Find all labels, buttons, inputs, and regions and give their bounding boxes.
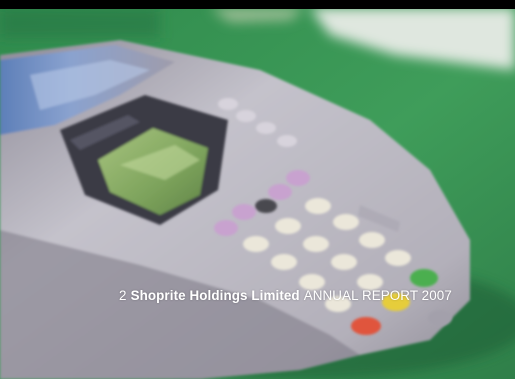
- top-border: [0, 0, 515, 9]
- page-caption: 2 Shoprite Holdings Limited ANNUAL REPORT …: [119, 286, 452, 306]
- page-number: 2: [119, 288, 127, 303]
- company-name: Shoprite Holdings Limited: [130, 288, 300, 303]
- photo-page: 2 Shoprite Holdings Limited ANNUAL REPORT …: [0, 0, 515, 379]
- card-terminal-photo: [0, 0, 515, 379]
- report-title: ANNUAL REPORT 2007: [303, 288, 452, 303]
